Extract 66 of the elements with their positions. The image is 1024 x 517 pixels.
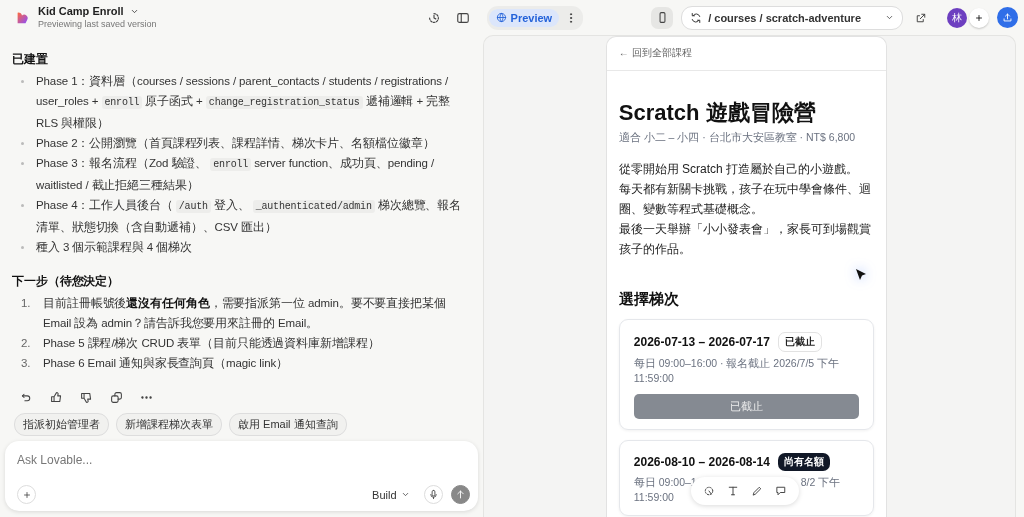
section-heading: 已建置	[12, 52, 49, 67]
list-number: 2.	[21, 336, 32, 351]
cursor-icon	[854, 268, 867, 282]
thumbs-down-icon	[79, 390, 93, 404]
back-link[interactable]: ← 回到全部課程	[606, 37, 886, 71]
suggestion-chip[interactable]: 新增課程梯次表單	[116, 413, 222, 436]
status-badge: 尚有名額	[777, 453, 830, 471]
url-path: / courses / scratch-adventure	[708, 11, 861, 24]
status-badge: 已截止	[777, 332, 822, 352]
project-subtitle: Previewing last saved version	[38, 17, 157, 31]
suggestion-chip[interactable]: 啟用 Email 通知查詢	[229, 413, 347, 436]
refresh-icon	[690, 11, 703, 24]
description-line: 每天都有新關卡挑戰，孩子在玩中學會條件、迴圈、變數等程式基礎概念。	[618, 181, 872, 218]
external-link-icon	[915, 11, 927, 24]
microphone-button[interactable]	[423, 485, 443, 504]
list-item: Phase 2：公開瀏覽（首頁課程列表、課程詳情、梯次卡片、名額檔位徽章）	[36, 136, 436, 151]
list-item: Phase 3：報名流程（Zod 驗證、 enroll server function、成功頁、pending / waitlisted / 截止拒絕三種結果）	[36, 156, 436, 193]
plus-icon	[21, 489, 32, 500]
upload-icon	[1002, 12, 1013, 23]
list-item: Phase 5 課程/梯次 CRUD 表單（目前只能透過資料庫新增課程）	[43, 336, 381, 351]
device-toggle-button[interactable]	[651, 6, 674, 29]
thumbs-up-icon	[49, 390, 63, 404]
heart-logo-icon	[15, 10, 29, 25]
user-avatar[interactable]: 林	[947, 7, 967, 28]
history-icon	[426, 10, 441, 25]
list-number: 1.	[21, 296, 32, 311]
session-schedule: 每日 09:00–1	[633, 475, 697, 490]
invite-button[interactable]	[969, 7, 989, 28]
session-dates: 2026-07-13 – 2026-07-17	[633, 335, 770, 349]
session-schedule: 8/2 下午	[800, 475, 841, 490]
preview-tab[interactable]: Preview	[488, 8, 560, 27]
address-bar[interactable]: / courses / scratch-adventure	[681, 5, 903, 30]
list-item: 種入 3 個示範課程與 4 個梯次	[36, 240, 193, 255]
select-icon	[702, 485, 715, 497]
list-item: Phase 6 Email 通知與家長查詢頁（magic link）	[43, 356, 290, 371]
description-line: 最後一天舉辦「小小發表會」，家長可到場觀賞孩子的作品。	[618, 221, 872, 258]
description-line: 從零開始用 Scratch 打造屬於自己的小遊戲。	[618, 161, 860, 178]
course-meta: 適合 小二 – 小四 · 台北市大安區教室 · NT$ 6,800	[618, 131, 857, 145]
course-title: Scratch 遊戲冒險營	[618, 99, 817, 127]
list-number: 3.	[21, 356, 32, 371]
session-dates: 2026-08-10 – 2026-08-14	[633, 455, 770, 469]
list-item: Phase 1：資料層（courses / sessions / parent_contacts / students / registrations / user_roles + enroll 原子函式 + change_registration_status 遞補邏輯 + 完整 RLS 與權限）	[36, 74, 451, 131]
session-schedule: 11:59:00	[633, 490, 674, 505]
suggestion-chip[interactable]: 指派初始管理者	[14, 413, 109, 436]
comment-icon	[774, 485, 787, 497]
sidebar-icon	[455, 10, 470, 25]
list-item: 目前註冊帳號後還沒有任何角色，需要指派第一位 admin。要不要直接把某個 Email 設為 admin？請告訴我您要用來註冊的 Email。	[43, 296, 447, 331]
list-item: Phase 4：工作人員後台（ /auth 登入、 _authenticated/admin 梯次總覽、報名清單、狀態切換（含自動遞補）、CSV 匯出）	[36, 198, 463, 235]
session-schedule: 11:59:00	[633, 371, 674, 386]
chevron-down-icon	[400, 490, 410, 499]
plus-icon	[974, 12, 984, 23]
session-schedule: 每日 09:00–16:00 · 報名截止 2026/7/5 下午	[633, 356, 840, 371]
mode-dropdown[interactable]: Build	[366, 487, 416, 502]
send-button[interactable]	[450, 485, 470, 504]
section-heading: 選擇梯次	[618, 290, 680, 309]
publish-button[interactable]	[997, 7, 1018, 28]
section-heading: 下一步（待您決定）	[12, 273, 121, 290]
arrow-up-icon	[454, 489, 466, 500]
pencil-icon	[750, 485, 763, 497]
text-icon	[726, 485, 739, 497]
project-name[interactable]: Kid Camp Enroll	[38, 4, 124, 18]
globe-icon	[495, 12, 507, 23]
message-field[interactable]: Ask Lovable... Build	[5, 441, 478, 511]
copy-icon	[109, 390, 123, 404]
microphone-icon	[427, 489, 439, 500]
chevron-down-icon	[885, 13, 894, 22]
